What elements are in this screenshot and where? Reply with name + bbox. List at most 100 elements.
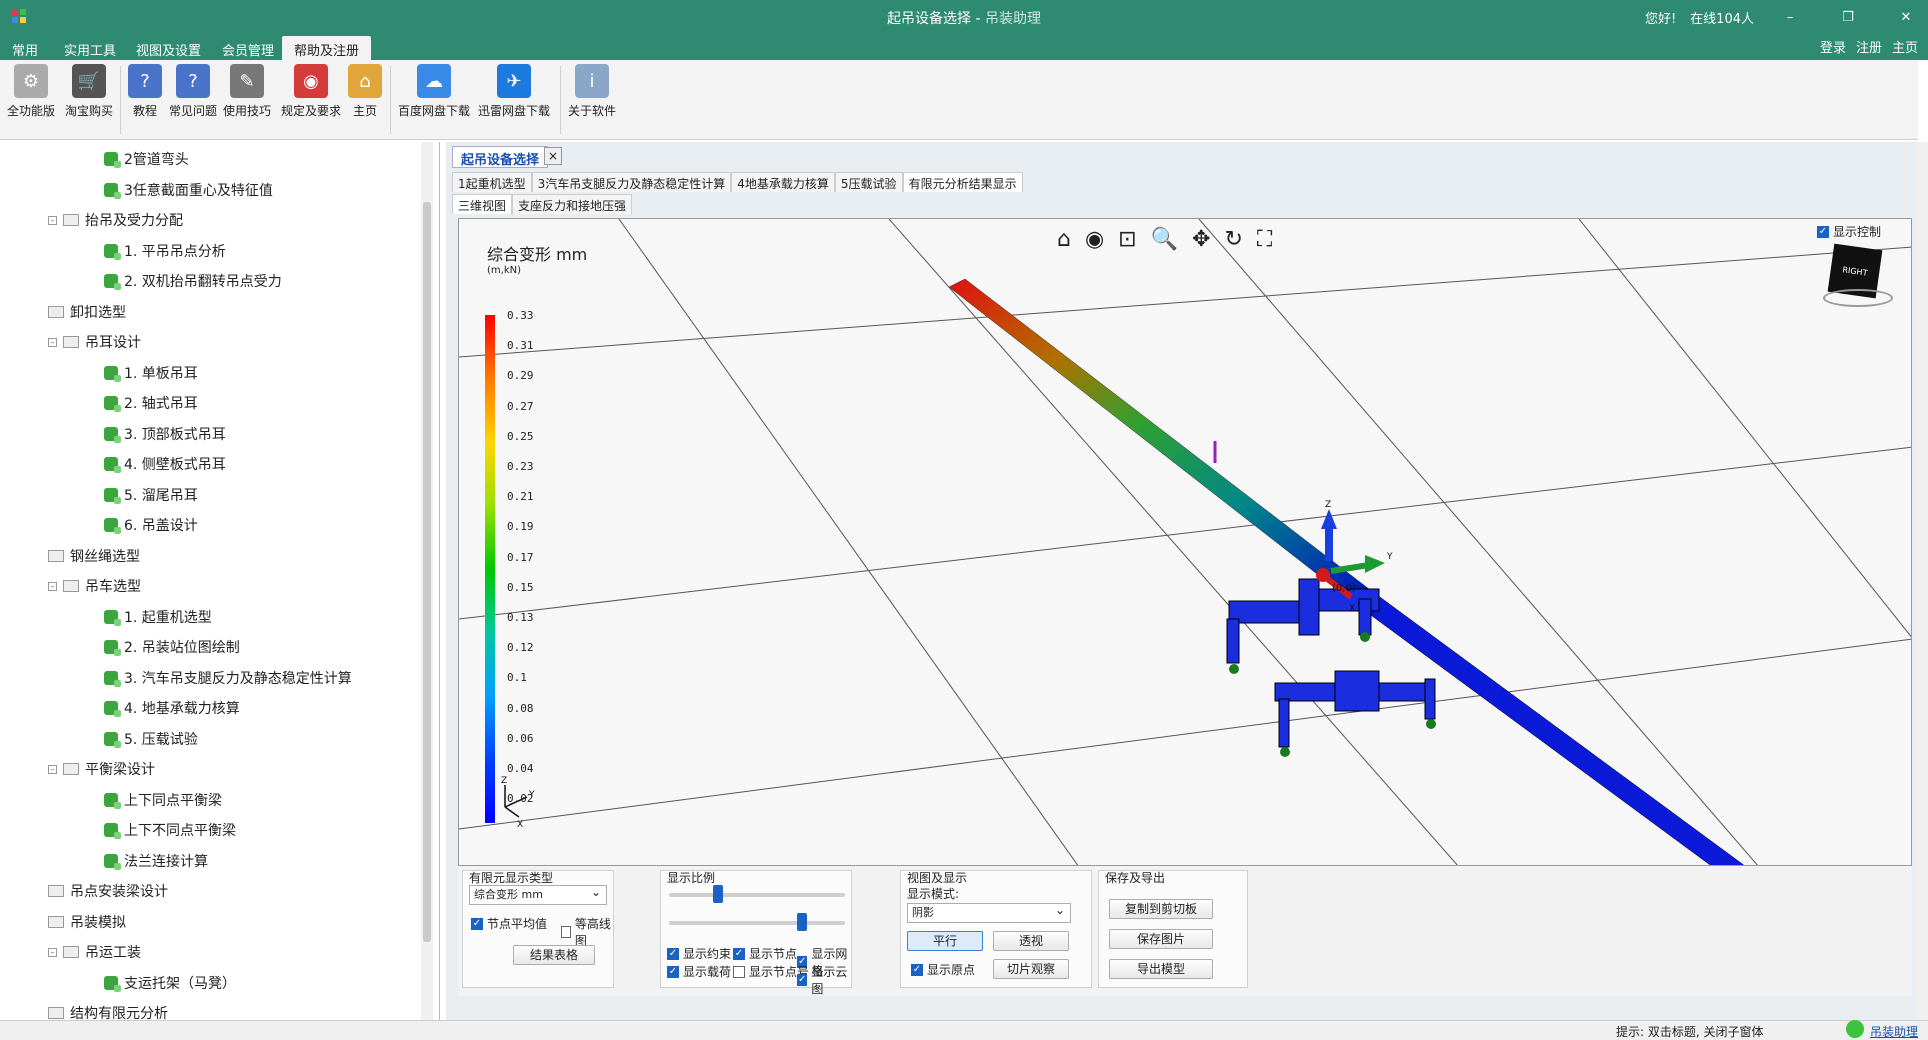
save-image-button[interactable]: 保存图片 [1109, 929, 1213, 949]
tree-item[interactable]: 5. 溜尾吊耳 [104, 484, 198, 506]
scale-slider-2[interactable] [669, 913, 845, 931]
tree-item[interactable]: 4. 侧壁板式吊耳 [104, 453, 226, 475]
show-control-checkbox[interactable]: ✓ 显示控制 [1816, 223, 1881, 240]
display-mode-select[interactable]: 阴影 [907, 901, 1071, 923]
tree-item[interactable]: 3任意截面重心及特征值 [104, 179, 273, 201]
result-title: 综合变形 mm [487, 245, 588, 264]
tree-item[interactable]: – 平衡梁设计 [48, 758, 155, 780]
pan-icon[interactable]: ✥ [1192, 227, 1210, 252]
tab-reaction-pressure[interactable]: 支座反力和接地压强 [512, 194, 633, 214]
view-cube[interactable]: RIGHT [1823, 243, 1893, 307]
tab-foundation[interactable]: 4地基承载力核算 [731, 172, 835, 192]
export-model-button[interactable]: 导出模型 [1109, 959, 1213, 979]
tree-item[interactable]: 吊点安装梁设计 [48, 880, 168, 902]
zoom-window-icon[interactable]: ⊡ [1118, 227, 1136, 252]
maximize-button[interactable]: ❐ [1826, 10, 1870, 25]
control-panel: 有限元显示类型 综合变形 mm ✓节点平均值 等高线图 结果表格 显示比例 ✓显… [458, 866, 1912, 996]
copy-clipboard-button[interactable]: 复制到剪切板 [1109, 899, 1213, 919]
perspective-button[interactable]: 透视 [993, 931, 1069, 951]
3d-viewport[interactable]: (0,0) Z Y X Z Y X 综合变形 mm (m,kN) 0.33 0.3… [458, 218, 1912, 866]
tree-item[interactable]: 2. 双机抬吊翻转吊点受力 [104, 270, 282, 292]
tree-item[interactable]: 1. 起重机选型 [104, 606, 212, 628]
zoom-icon[interactable]: 🔍 [1151, 227, 1178, 252]
contour-checkbox[interactable]: 等高线图 [561, 915, 613, 949]
home-view-icon[interactable]: ⌂ [1057, 227, 1071, 252]
fullscreen-icon[interactable]: ⛶ [1257, 227, 1272, 252]
tree-item[interactable]: 1. 平吊吊点分析 [104, 240, 226, 262]
tree-item[interactable]: 1. 单板吊耳 [104, 362, 198, 384]
show-nodes-checkbox[interactable]: ✓ 显示节点 [733, 945, 797, 962]
rotate-icon[interactable]: ↻ [1224, 227, 1242, 252]
tab-member[interactable]: 会员管理 [210, 36, 286, 60]
tab-tools[interactable]: 实用工具 [52, 36, 128, 60]
scale-slider-1[interactable] [669, 885, 845, 903]
show-cloud-checkbox[interactable]: ✓ 显示云图 [797, 963, 851, 997]
tips-button[interactable]: ✎ 使用技巧 [222, 64, 272, 119]
tree-scrollbar[interactable] [421, 142, 433, 1022]
tree-item[interactable]: 2管道弯头 [104, 148, 189, 170]
tree-item[interactable]: 3. 顶部板式吊耳 [104, 423, 226, 445]
svg-text:Z: Z [1325, 500, 1331, 510]
collapse-icon[interactable]: – [48, 337, 57, 347]
tab-fe-results[interactable]: 有限元分析结果显示 [902, 172, 1023, 192]
tree-item[interactable]: 支运托架（马凳） [104, 972, 236, 994]
main-scrollbar[interactable] [1916, 142, 1928, 1040]
tree-item[interactable]: 2. 轴式吊耳 [104, 392, 198, 414]
about-button[interactable]: i 关于软件 [566, 64, 618, 119]
tree-item[interactable]: – 吊车选型 [48, 575, 141, 597]
fe-type-select[interactable]: 综合变形 mm [469, 883, 607, 905]
tree-item[interactable]: 6. 吊盖设计 [104, 514, 198, 536]
tree-item[interactable]: 5. 压载试验 [104, 728, 198, 750]
tutorial-button[interactable]: ? 教程 [126, 64, 164, 119]
tree-item[interactable]: – 抬吊及受力分配 [48, 209, 183, 231]
status-link[interactable]: 吊装助理 [1870, 1023, 1918, 1040]
doc-tab-crane-select[interactable]: 起吊设备选择 [452, 146, 549, 168]
tree-item[interactable]: – 吊运工装 [48, 941, 141, 963]
parallel-button[interactable]: 平行 [907, 931, 983, 951]
collapse-icon[interactable]: – [48, 581, 57, 591]
tree-item[interactable]: 法兰连接计算 [104, 850, 208, 872]
tab-help-register[interactable]: 帮助及注册 [282, 36, 372, 60]
tree-item[interactable]: 上下同点平衡梁 [104, 789, 222, 811]
tree-item[interactable]: 2. 吊装站位图绘制 [104, 636, 240, 658]
tree-item[interactable]: 3. 汽车吊支腿反力及静态稳定性计算 [104, 667, 352, 689]
tree-item-label: 5. 压载试验 [124, 731, 198, 748]
node-average-checkbox[interactable]: ✓ 节点平均值 [471, 915, 547, 932]
rules-icon: ◉ [294, 64, 328, 98]
tab-common[interactable]: 常用 [0, 36, 50, 60]
tab-crane-select[interactable]: 1起重机选型 [452, 172, 532, 192]
tree-item[interactable]: 钢丝绳选型 [48, 545, 140, 567]
taobao-buy-button[interactable]: 🛒 淘宝购买 [62, 64, 116, 119]
full-version-button[interactable]: ⚙ 全功能版 [6, 64, 56, 119]
slice-view-button[interactable]: 切片观察 [993, 959, 1069, 979]
tab-3d-view[interactable]: 三维视图 [452, 194, 513, 214]
rules-button[interactable]: ◉ 规定及要求 [278, 64, 344, 119]
tree-item[interactable]: 4. 地基承载力核算 [104, 697, 240, 719]
collapse-icon[interactable]: – [48, 215, 57, 225]
home-button[interactable]: ⌂ 主页 [348, 64, 382, 119]
collapse-icon[interactable]: – [48, 764, 57, 774]
register-link[interactable]: 注册 [1856, 37, 1882, 56]
faq-button[interactable]: ? 常见问题 [168, 64, 218, 119]
show-constraint-checkbox[interactable]: ✓ 显示约束 [667, 945, 731, 962]
tree-item-label: 1. 单板吊耳 [124, 365, 198, 382]
login-link[interactable]: 登录 [1820, 37, 1846, 56]
home-link[interactable]: 主页 [1892, 37, 1918, 56]
minimize-button[interactable]: – [1768, 10, 1812, 25]
orbit-icon[interactable]: ◉ [1085, 227, 1104, 252]
result-table-button[interactable]: 结果表格 [513, 945, 595, 965]
show-origin-checkbox[interactable]: ✓ 显示原点 [911, 961, 975, 978]
tree-item[interactable]: 上下不同点平衡梁 [104, 819, 236, 841]
show-load-checkbox[interactable]: ✓ 显示载荷 [667, 963, 731, 980]
baidu-download-button[interactable]: ☁ 百度网盘下载 [396, 64, 472, 119]
tree-item[interactable]: 卸扣选型 [48, 301, 126, 323]
tab-ballast[interactable]: 5压载试验 [834, 172, 903, 192]
collapse-icon[interactable]: – [48, 947, 57, 957]
tab-view-settings[interactable]: 视图及设置 [124, 36, 213, 60]
close-button[interactable]: ✕ [1884, 10, 1928, 25]
tab-outrigger[interactable]: 3汽车吊支腿反力及静态稳定性计算 [531, 172, 732, 192]
close-icon[interactable]: × [544, 147, 562, 165]
tree-item[interactable]: – 吊耳设计 [48, 331, 141, 353]
xunlei-download-button[interactable]: ✈ 迅雷网盘下载 [476, 64, 552, 119]
tree-item[interactable]: 吊装模拟 [48, 911, 126, 933]
